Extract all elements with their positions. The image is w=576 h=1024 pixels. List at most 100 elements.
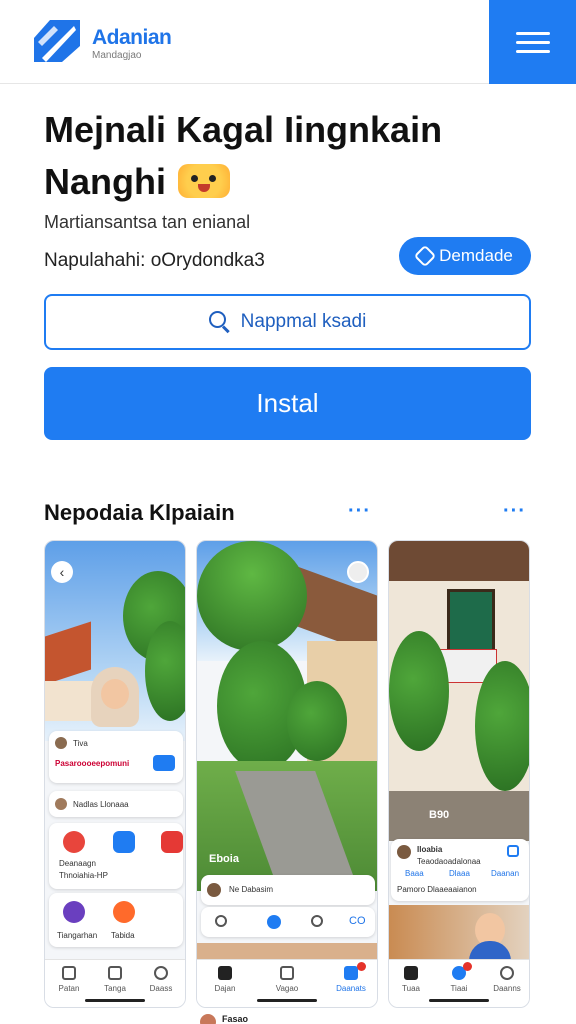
avatar [55,737,67,749]
tab-home[interactable]: Dajan [205,966,245,993]
plant-shape [475,661,529,791]
tab-label: Patan [58,984,80,993]
brand-name: Adanian [92,26,172,49]
card-title: Iloabia [417,845,443,854]
ground-scene [389,791,529,841]
app-grid-card: Tiangarhan Tabida [49,893,183,947]
peek-label: Fasao [222,1014,249,1024]
roof-shape [389,541,529,581]
card-chip[interactable]: Baaa [405,869,424,878]
app-icon[interactable] [63,831,85,853]
list-item-label: Nadlas Llonaaa [73,800,129,809]
heart-icon [154,966,168,980]
app-meta: Napulahahi: oOrydondka3 [44,250,265,271]
search-icon [208,311,231,333]
tab-home[interactable]: Patan [49,966,89,993]
app-header: Adanian Mandagjao [0,0,576,84]
app-label: Tabida [111,931,135,940]
tab-apps[interactable]: Tanga [95,966,135,993]
back-icon[interactable]: ‹ [51,561,73,583]
app-icon[interactable] [63,901,85,923]
person-face [101,679,129,709]
square-icon [280,966,294,980]
home-indicator [429,999,489,1002]
avatar [200,1014,216,1024]
screenshot-card-1[interactable]: ‹ Tiva Pasaroooeepomuni Nadlas Llonaaa D… [44,540,186,1008]
card-line: Pamoro Dlaaeaaianon [397,885,477,894]
card-action-icon[interactable] [507,845,519,857]
search-input[interactable]: Nappmal ksadi [44,294,531,350]
tab-videos[interactable]: Vagao [267,966,307,993]
square-icon [108,966,122,980]
app-label: Tiangarhan [57,931,98,940]
card-chip[interactable]: Daanan [491,869,519,878]
app-label: Deanaagn [59,859,96,868]
tab-favorites[interactable]: Daass [141,966,181,993]
tab-bar: Dajan Vagao Daanats [197,959,377,1007]
home-indicator [257,999,317,1002]
tab-label: Tiaai [450,984,468,993]
details-pill-button[interactable]: Demdade [399,237,531,275]
card-chip[interactable]: Dlaaa [449,869,470,878]
home-icon [62,966,76,980]
home-indicator [85,999,145,1002]
laughing-emoji-icon [178,164,230,198]
app-grid-card: Deanaagn Thnoiahia-HP [49,823,183,889]
window-shape [447,589,495,653]
tab-downloads[interactable]: Daanats [331,966,371,993]
info-card[interactable]: Ne Dabasim [201,875,375,905]
search-icon [500,966,514,980]
app-label: Thnoiahia-HP [59,871,108,880]
home-icon [404,966,418,980]
brand-subtitle: Mandagjao [92,50,142,61]
install-button[interactable]: Instal [44,367,531,440]
menu-line [515,49,550,53]
palm-tree [197,541,307,651]
avatar [55,798,67,810]
more-options-icon[interactable]: ··· [503,500,526,523]
page-title: Mejnali Kagal Iingnkain Nanghi [44,104,544,208]
card-action-icon[interactable] [153,755,175,771]
app-icon[interactable] [161,831,183,853]
menu-line [515,40,550,44]
list-item[interactable]: Nadlas Llonaaa [49,791,183,817]
diamond-icon [413,244,437,268]
more-options-icon[interactable]: ··· [348,500,371,523]
tab-bar: Tuaa Tiaai Daanns [389,959,529,1007]
home-icon [218,966,232,980]
building-wall [45,681,95,721]
info-card[interactable]: Tiva Pasaroooeepomuni [49,731,183,783]
tab-label: Vagao [275,984,299,993]
details-pill-label: Demdade [439,246,513,265]
app-icon[interactable] [113,831,135,853]
page-title-text: Mejnali Kagal Iingnkain Nanghi [44,109,443,202]
share-icon[interactable] [267,915,281,929]
notification-badge [463,962,472,971]
card-name: Ne Dabasim [229,885,274,894]
screenshot-card-3[interactable]: B90 Iloabia Teaodaoadalonaa Baaa Dlaaa D… [388,540,530,1008]
hamburger-menu-button[interactable] [489,0,576,84]
like-icon[interactable] [215,915,227,927]
tab-label: Daanns [493,984,521,993]
card-line: Teaodaoadalonaa [417,857,481,866]
card-line: Pasaroooeepomuni [55,759,130,768]
screenshot-card-2[interactable]: Eboia Ne Dabasim CO Dajan Vagao Daanats [196,540,378,1008]
avatar[interactable] [347,561,369,583]
avatar [207,883,221,897]
search-placeholder: Nappmal ksadi [240,311,367,332]
info-card[interactable]: Iloabia Teaodaoadalonaa Baaa Dlaaa Daana… [391,839,529,901]
tab-label: Tuaa [402,984,420,993]
action-row: CO [201,907,375,937]
app-icon[interactable] [113,901,135,923]
plant-shape [389,631,449,751]
avatar [397,845,411,859]
media-overlay-label: Eboia [209,853,239,865]
tab-home[interactable]: Tuaa [391,966,431,993]
download-icon [344,966,358,980]
tab-share[interactable]: Tiaai [439,966,479,993]
section-title: Nepodaia Klpaiain [44,500,235,525]
tab-label: Tanga [104,984,126,993]
comment-icon[interactable] [311,915,323,927]
tab-search[interactable]: Daanns [487,966,527,993]
notification-badge [357,962,366,971]
